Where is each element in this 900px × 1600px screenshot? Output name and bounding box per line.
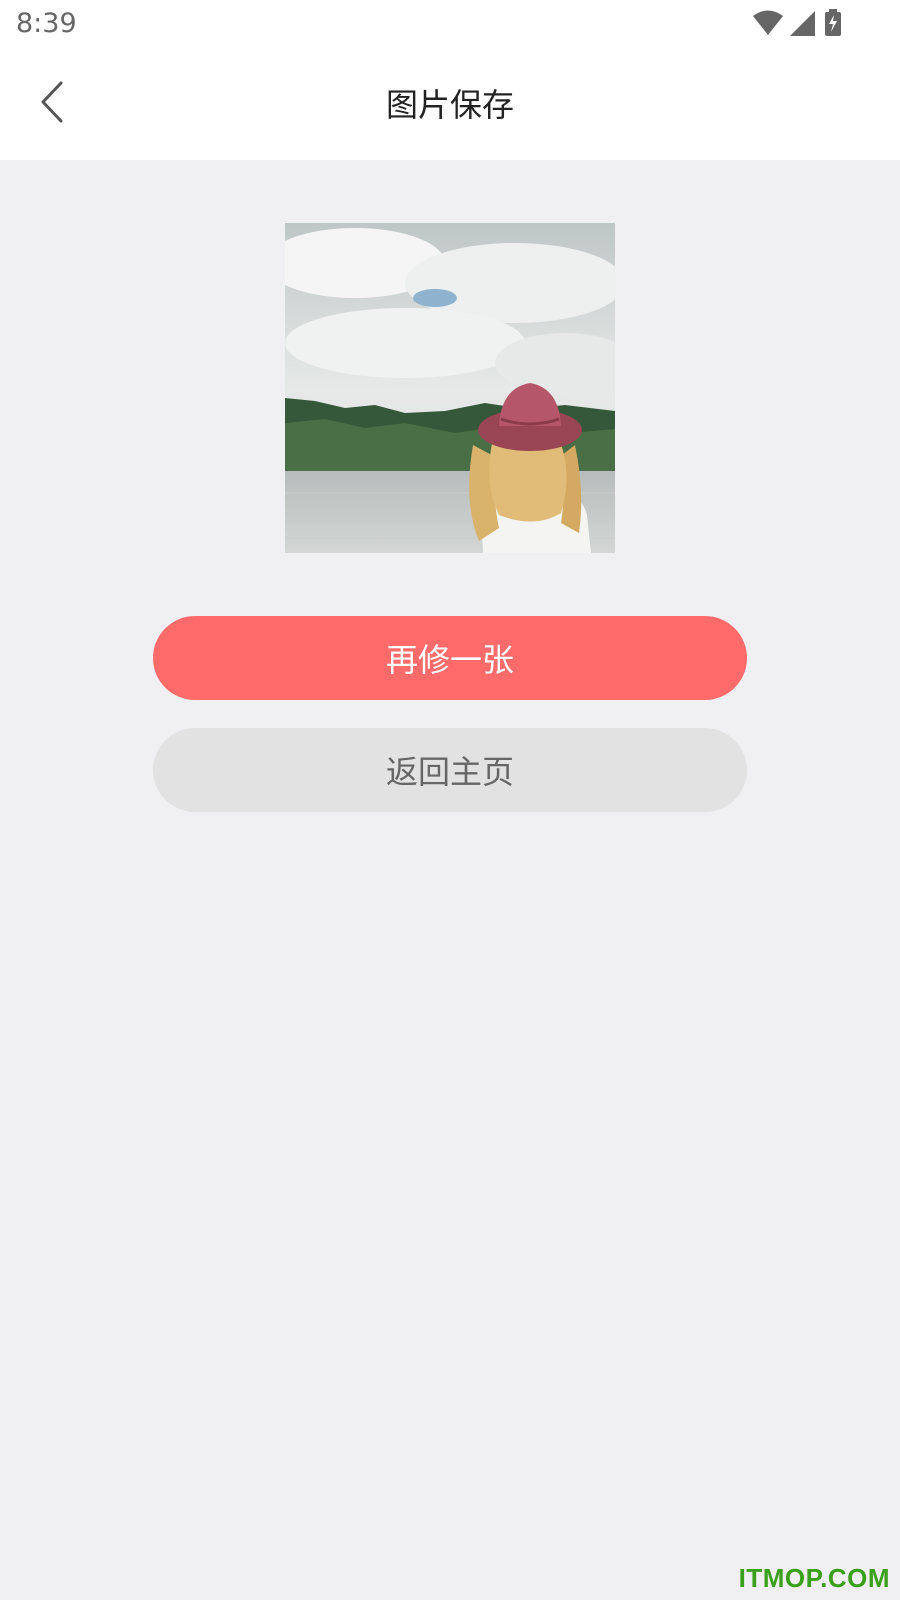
page-title: 图片保存 [385,86,514,124]
status-time: 8:39 [16,8,77,39]
status-bar: 8:39 [0,0,900,50]
app-header: 图片保存 [0,50,900,160]
saved-photo-preview [285,223,615,553]
saved-photo [285,223,615,553]
return-home-button[interactable]: 返回主页 [153,728,747,812]
wifi-icon [753,10,783,35]
watermark: ITMOP.COM [738,1563,890,1593]
edit-another-button[interactable]: 再修一张 [153,616,747,700]
battery-charging-icon [825,9,841,36]
signal-icon [790,11,815,36]
